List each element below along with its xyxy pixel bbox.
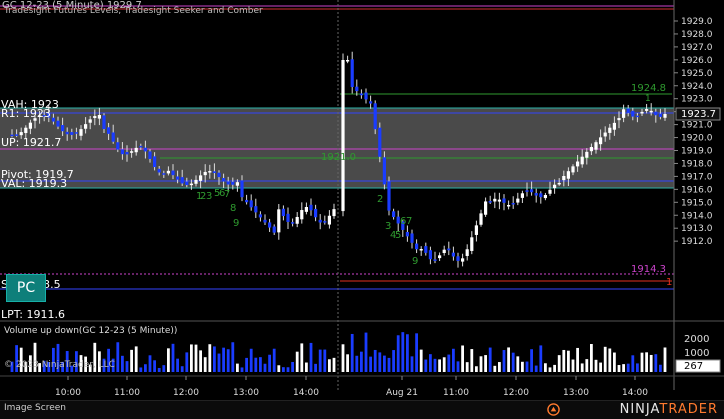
count-label: 9 bbox=[412, 256, 418, 267]
time-label: 12:00 bbox=[503, 388, 529, 398]
price-tick: 1929.0 bbox=[681, 17, 713, 27]
value-area-band bbox=[0, 108, 674, 188]
count-label: 8 bbox=[230, 203, 236, 214]
price-tick: 1921.0 bbox=[681, 121, 713, 131]
time-label: 10:00 bbox=[55, 388, 81, 398]
volume-title: Volume up down(GC 12-23 (5 Minute)) bbox=[4, 326, 177, 336]
count-label: 7 bbox=[406, 216, 412, 227]
val-label: VAL: 1919.3 bbox=[1, 177, 67, 190]
target-low-label: 1914.3 bbox=[631, 264, 666, 275]
footer-bar: Image Screen NINJATRADER bbox=[0, 400, 724, 419]
price-tick: 1913.0 bbox=[681, 224, 713, 234]
up-label: UP: 1921.7 bbox=[1, 136, 61, 149]
volume-current: 267 bbox=[684, 361, 703, 372]
ninjatrader-logo-icon bbox=[547, 403, 560, 416]
price-tick: 1927.0 bbox=[681, 43, 713, 53]
count-label: 3 bbox=[206, 191, 212, 202]
target-high-label: 1924.8 bbox=[631, 83, 666, 94]
target-high-count: 1 bbox=[645, 94, 651, 104]
r1-label: R1: 1923 bbox=[1, 107, 51, 120]
price-tick: 1923.0 bbox=[681, 95, 713, 105]
ninjatrader-brand: NINJATRADER bbox=[620, 402, 718, 417]
price-tick: 1919.0 bbox=[681, 147, 713, 157]
current-price: 1923.7 bbox=[681, 109, 716, 120]
brand-right: TRADER bbox=[659, 402, 718, 417]
time-label: 14:00 bbox=[622, 388, 648, 398]
copyright: © 2023 NinjaTrader, LLC bbox=[4, 360, 115, 370]
count-label: 7 bbox=[224, 189, 230, 200]
price-tick: 1914.0 bbox=[681, 211, 713, 221]
count-label: 5 bbox=[395, 230, 401, 241]
time-label: 11:00 bbox=[443, 388, 469, 398]
mid-green-label: 1921.0 bbox=[321, 152, 356, 163]
price-tick: 1918.0 bbox=[681, 159, 713, 169]
time-label: 13:00 bbox=[233, 388, 259, 398]
time-label: 11:00 bbox=[114, 388, 140, 398]
brand-left: NINJA bbox=[619, 402, 660, 417]
lpt-label: LPT: 1911.6 bbox=[1, 308, 65, 321]
pc-button[interactable]: PC bbox=[6, 274, 46, 302]
chart-canvas[interactable]: GC 12-23 (5 Minute) 1929.7 Tradesight Fu… bbox=[0, 0, 724, 400]
time-label: 14:00 bbox=[293, 388, 319, 398]
count-label: 9 bbox=[233, 218, 239, 229]
price-tick: 1917.0 bbox=[681, 172, 713, 182]
time-label: 13:00 bbox=[563, 388, 589, 398]
volume-tick-2000: 2000 bbox=[684, 334, 709, 345]
time-axis[interactable]: 10:00 11:00 12:00 13:00 14:00 Aug 21 11:00 12:0… bbox=[55, 376, 648, 398]
price-tick: 1925.0 bbox=[681, 69, 713, 79]
time-label: 12:00 bbox=[173, 388, 199, 398]
price-tick: 1928.0 bbox=[681, 30, 713, 40]
price-tick: 1916.0 bbox=[681, 185, 713, 195]
time-label: Aug 21 bbox=[386, 388, 418, 398]
price-tick: 1924.0 bbox=[681, 82, 713, 92]
count-label: 2 bbox=[377, 194, 383, 205]
volume-tick-1000: 1000 bbox=[684, 348, 709, 359]
price-tick: 1926.0 bbox=[681, 56, 713, 66]
price-tick: 1915.0 bbox=[681, 198, 713, 208]
image-screen-tab[interactable]: Image Screen bbox=[4, 403, 66, 413]
target-low-count: 1 bbox=[666, 277, 672, 288]
price-tick: 1920.0 bbox=[681, 134, 713, 144]
price-tick: 1912.0 bbox=[681, 237, 713, 247]
indicators-label: Tradesight Futures Levels, Tradesight Se… bbox=[3, 6, 263, 16]
